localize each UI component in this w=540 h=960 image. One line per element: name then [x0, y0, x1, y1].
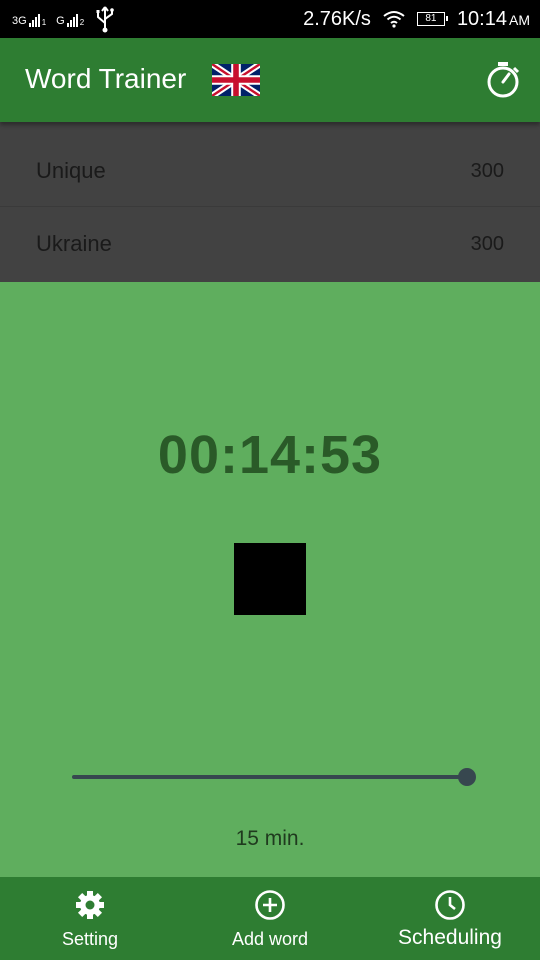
clock-ampm: AM	[509, 11, 530, 28]
list-item-count: 300	[470, 160, 504, 182]
app-title: Word Trainer	[25, 63, 187, 94]
battery-level: 81	[425, 13, 437, 24]
slider-track	[72, 775, 467, 779]
clock-icon	[435, 890, 465, 920]
sim1-index: 1	[41, 18, 47, 27]
app-bar: Word Trainer	[0, 38, 540, 122]
nav-scheduling[interactable]: Scheduling	[360, 877, 540, 960]
sim1-network-type: 3G	[12, 15, 27, 27]
stop-button[interactable]	[234, 543, 306, 615]
battery-icon: 81	[416, 12, 448, 26]
duration-slider[interactable]	[72, 766, 476, 788]
add-circle-icon	[255, 890, 285, 920]
status-clock: 10:14 AM	[457, 8, 530, 31]
wifi-icon	[383, 11, 405, 28]
sim2-network-type: G	[56, 15, 65, 27]
nav-scheduling-label: Scheduling	[398, 926, 502, 949]
sim2-index: 2	[79, 18, 85, 27]
clock-time: 10:14	[456, 7, 507, 30]
countdown-timer: 00:14:53	[157, 425, 383, 485]
nav-setting-label: Setting	[61, 929, 119, 949]
signal-icon: G 2	[56, 11, 84, 27]
status-bar-left: 3G 1 G 2	[12, 0, 116, 38]
list-item-word: Unique	[36, 158, 106, 183]
list-item-count: 300	[470, 233, 504, 255]
slider-thumb[interactable]	[458, 768, 476, 786]
bottom-navigation: Setting Add word Scheduling	[0, 877, 540, 960]
nav-setting[interactable]: Setting	[0, 877, 180, 960]
duration-label: 15 min.	[235, 827, 305, 850]
signal-icon: 3G 1	[12, 11, 46, 27]
status-bar: 3G 1 G 2 2.76K/s 81 10:14 AM	[0, 0, 540, 38]
list-item[interactable]: Unique 300	[0, 134, 540, 206]
list-item-word: Ukraine	[36, 231, 112, 256]
nav-add-word[interactable]: Add word	[180, 877, 360, 960]
status-bar-right: 2.76K/s 81 10:14 AM	[303, 0, 530, 38]
list-item[interactable]: Ukraine 300	[0, 206, 540, 283]
stopwatch-icon[interactable]	[486, 60, 522, 100]
word-list: Unique 300 Ukraine 300	[0, 122, 540, 282]
nav-add-word-label: Add word	[231, 929, 309, 949]
uk-flag-icon[interactable]	[212, 64, 260, 96]
gear-icon	[76, 891, 104, 919]
network-speed: 2.76K/s	[303, 7, 371, 30]
usb-icon	[96, 6, 114, 33]
